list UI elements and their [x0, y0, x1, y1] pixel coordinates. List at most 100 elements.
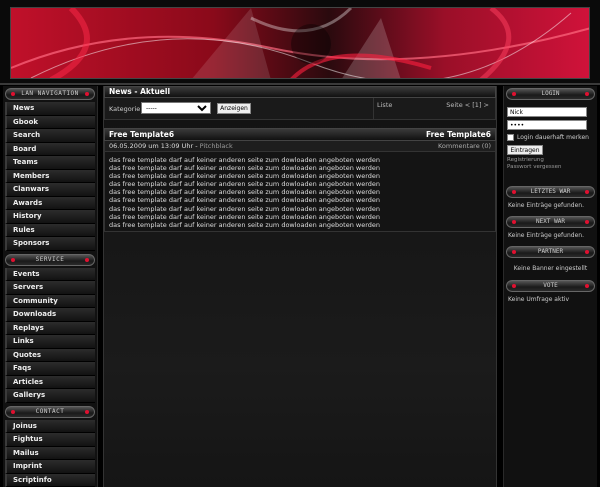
nav-item-members[interactable]: Members: [5, 169, 95, 183]
latest-war-header: LETZTES WAR: [506, 186, 595, 198]
bullet-icon: [585, 250, 589, 254]
next-war-text: Keine Einträge gefunden.: [508, 232, 584, 239]
nav-item-servers[interactable]: Servers: [5, 281, 95, 295]
nav-item-articles[interactable]: Articles: [5, 375, 95, 389]
news-line: das free template darf auf keiner andere…: [109, 180, 380, 189]
bullet-icon: [85, 92, 89, 96]
nav-item-news[interactable]: News: [5, 102, 95, 116]
nav-item-gbook[interactable]: Gbook: [5, 115, 95, 129]
service-menu: Events Servers Community Downloads Repla…: [5, 267, 95, 403]
nav-item-sponsors[interactable]: Sponsors: [5, 237, 95, 251]
news-title[interactable]: Free Template6: [109, 130, 174, 139]
nav-item-events[interactable]: Events: [5, 267, 95, 281]
remember-checkbox[interactable]: [507, 134, 514, 141]
contact-header: CONTACT: [5, 405, 95, 418]
bullet-icon: [512, 220, 516, 224]
username-field[interactable]: [507, 107, 587, 117]
vote-text: Keine Umfrage aktiv: [508, 296, 570, 303]
login-header: LOGIN: [506, 88, 595, 100]
navigation-menu: News Gbook Search Board Teams Members Cl…: [5, 102, 95, 251]
nav-item-board[interactable]: Board: [5, 142, 95, 156]
list-view-link[interactable]: Liste: [377, 101, 392, 109]
service-title: SERVICE: [35, 255, 65, 263]
login-form: Login dauerhaft merken Eintragen Registr…: [504, 100, 597, 186]
pagination[interactable]: Seite < [1] >: [446, 101, 489, 109]
news-line: das free template darf auf keiner andere…: [109, 220, 380, 229]
contact-title: CONTACT: [35, 407, 65, 415]
nav-item-downloads[interactable]: Downloads: [5, 308, 95, 322]
news-line: das free template darf auf keiner andere…: [109, 164, 380, 173]
comments-link[interactable]: Kommentare (0): [438, 141, 491, 151]
news-body: das free template darf auf keiner andere…: [104, 152, 496, 232]
main-content: News - Aktuell Kategorie ----- Anzeigen …: [103, 86, 497, 487]
news-line: das free template darf auf keiner andere…: [109, 212, 380, 221]
register-link[interactable]: Registrierung: [507, 157, 594, 164]
left-sidebar: LAN NAVIGATION News Gbook Search Board T…: [3, 86, 98, 487]
news-category: Free Template6: [425, 130, 491, 139]
nav-item-teams[interactable]: Teams: [5, 156, 95, 170]
bullet-icon: [512, 190, 516, 194]
nav-item-faqs[interactable]: Faqs: [5, 362, 95, 376]
nav-item-scriptinfo[interactable]: Scriptinfo: [5, 473, 95, 487]
bullet-icon: [585, 220, 589, 224]
show-button[interactable]: Anzeigen: [217, 103, 251, 114]
nav-item-joinus[interactable]: Joinus: [5, 419, 95, 433]
next-war-title: NEXT WAR: [536, 218, 565, 225]
news-date: 06.05.2009 um 13:09 Uhr: [109, 142, 194, 150]
bullet-icon: [512, 250, 516, 254]
category-label: Kategorie: [109, 105, 141, 113]
bullet-icon: [11, 409, 15, 414]
banner-artwork: [11, 8, 589, 78]
header: [0, 0, 600, 85]
nav-item-search[interactable]: Search: [5, 129, 95, 143]
nav-item-links[interactable]: Links: [5, 335, 95, 349]
next-war-header: NEXT WAR: [506, 216, 595, 228]
nav-item-history[interactable]: History: [5, 210, 95, 224]
forgot-password-link[interactable]: Passwort vergessen: [507, 164, 594, 171]
news-header: Free Template6 Free Template6: [104, 128, 496, 141]
bullet-icon: [512, 92, 516, 96]
bullet-icon: [85, 409, 89, 414]
bullet-icon: [11, 92, 15, 96]
partner-text: Keine Banner eingestellt: [513, 265, 588, 272]
password-field[interactable]: [507, 120, 587, 130]
remember-label: Login dauerhaft merken: [517, 134, 589, 141]
category-select[interactable]: -----: [141, 102, 211, 114]
bullet-icon: [585, 190, 589, 194]
bullet-icon: [585, 92, 589, 96]
remember-row: Login dauerhaft merken: [507, 133, 594, 143]
nav-item-fightus[interactable]: Fightus: [5, 433, 95, 447]
service-header: SERVICE: [5, 253, 95, 266]
nav-item-replays[interactable]: Replays: [5, 321, 95, 335]
partner-header: PARTNER: [506, 246, 595, 258]
news-line: das free template darf auf keiner andere…: [109, 196, 380, 205]
nav-item-mailus[interactable]: Mailus: [5, 446, 95, 460]
login-button[interactable]: Eintragen: [507, 145, 543, 155]
latest-war-title: LETZTES WAR: [530, 188, 571, 195]
contact-menu: Joinus Fightus Mailus Imprint Scriptinfo: [5, 419, 95, 487]
nav-item-imprint[interactable]: Imprint: [5, 460, 95, 474]
nav-item-awards[interactable]: Awards: [5, 196, 95, 210]
news-filter-bar: Kategorie ----- Anzeigen Liste Seite < […: [104, 98, 496, 120]
page-title: News - Aktuell: [104, 86, 496, 98]
bullet-icon: [585, 284, 589, 288]
filter-divider: [373, 98, 374, 120]
login-title: LOGIN: [541, 90, 560, 97]
partner-title: PARTNER: [537, 248, 564, 255]
navigation-title: LAN NAVIGATION: [21, 90, 79, 97]
nav-item-community[interactable]: Community: [5, 294, 95, 308]
bullet-icon: [11, 257, 15, 262]
news-meta: 06.05.2009 um 13:09 Uhr - Pitchblack Kom…: [104, 141, 496, 152]
latest-war-text: Keine Einträge gefunden.: [508, 202, 584, 209]
news-line: das free template darf auf keiner andere…: [109, 156, 380, 164]
right-sidebar: LOGIN Login dauerhaft merken Eintragen R…: [503, 86, 597, 487]
news-author[interactable]: Pitchblack: [200, 142, 233, 150]
nav-item-rules[interactable]: Rules: [5, 223, 95, 237]
header-banner: [10, 7, 590, 79]
news-line: das free template darf auf keiner andere…: [109, 188, 380, 197]
nav-item-gallerys[interactable]: Gallerys: [5, 389, 95, 403]
nav-item-clanwars[interactable]: Clanwars: [5, 183, 95, 197]
nav-item-quotes[interactable]: Quotes: [5, 348, 95, 362]
news-line: das free template darf auf keiner andere…: [109, 172, 380, 181]
navigation-header: LAN NAVIGATION: [5, 88, 95, 100]
